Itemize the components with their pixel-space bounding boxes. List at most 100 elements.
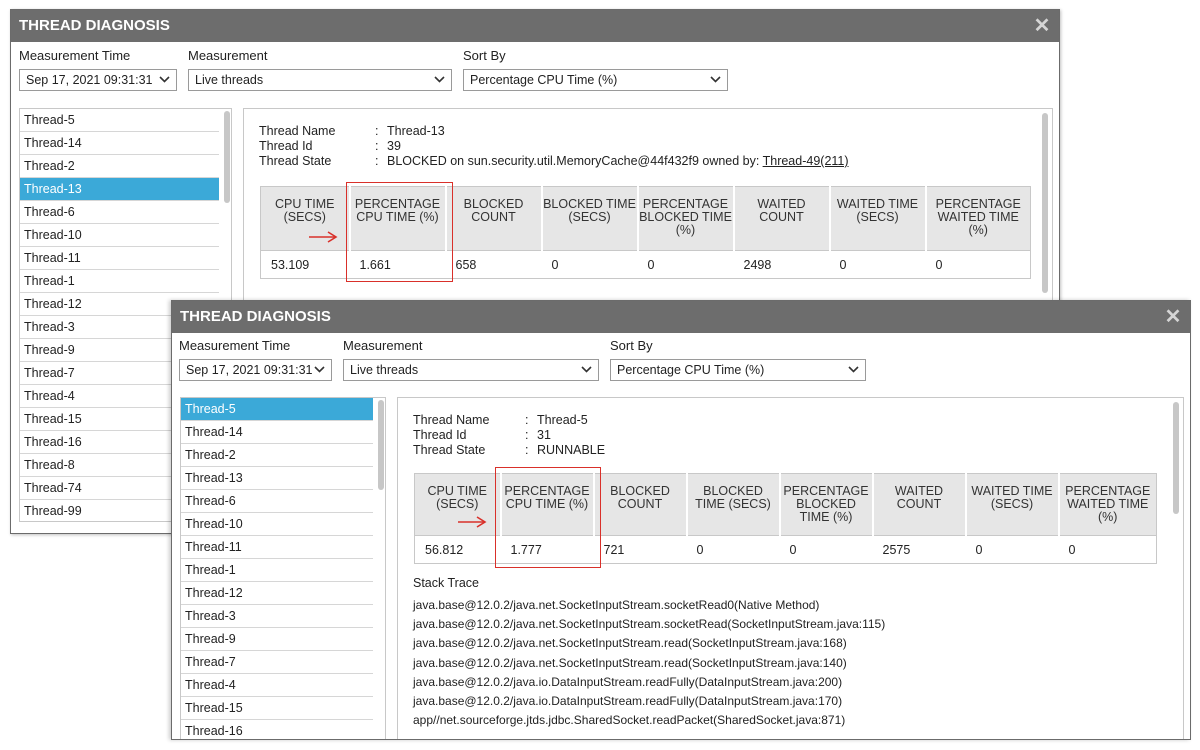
close-icon[interactable]: ✕: [1031, 10, 1053, 42]
chevron-down-icon: [434, 76, 445, 83]
select-value: Sep 17, 2021 09:31:31: [186, 363, 313, 377]
metric-value: 2575: [872, 535, 966, 564]
list-scrollbar[interactable]: [224, 111, 230, 203]
metric-value: 2498: [733, 250, 830, 279]
sort-by-select[interactable]: Percentage CPU Time (%): [463, 69, 728, 91]
dialog-title: THREAD DIAGNOSIS: [11, 10, 1059, 42]
metric-column-header[interactable]: WAITED TIME (SECS): [829, 186, 927, 251]
stack-trace-line: java.base@12.0.2/java.net.SocketInputStr…: [413, 617, 886, 632]
thread-list-item[interactable]: Thread-6: [181, 490, 373, 513]
chevron-down-icon: [314, 366, 325, 373]
select-value: Live threads: [350, 363, 419, 377]
sort-by-select[interactable]: Percentage CPU Time (%): [610, 359, 866, 381]
thread-list-item[interactable]: Thread-9: [181, 628, 373, 651]
select-value: Sep 17, 2021 09:31:31: [26, 73, 153, 87]
measurement-select[interactable]: Live threads: [343, 359, 599, 381]
thread-list-item[interactable]: Thread-4: [181, 674, 373, 697]
thread-list-item[interactable]: Thread-15: [181, 697, 373, 720]
stack-trace: java.base@12.0.2/java.net.SocketInputStr…: [413, 596, 885, 730]
metric-value: 0: [965, 535, 1059, 564]
stack-trace-title: Stack Trace: [413, 576, 479, 590]
thread-list-item[interactable]: Thread-1: [181, 559, 373, 582]
metric-value: 56.812: [414, 535, 501, 564]
metric-value: 0: [779, 535, 873, 564]
thread-list-item[interactable]: Thread-6: [20, 201, 219, 224]
measurement-time-label: Measurement Time: [19, 48, 131, 63]
measurement-label: Measurement: [188, 48, 268, 63]
thread-id-value: 39: [387, 139, 401, 153]
sort-by-label: Sort By: [463, 48, 506, 63]
thread-diagnosis-dialog-front: THREAD DIAGNOSIS ✕ Measurement Time Meas…: [171, 300, 1191, 740]
close-icon[interactable]: ✕: [1162, 301, 1184, 333]
thread-list-item[interactable]: Thread-10: [20, 224, 219, 247]
metric-value: 0: [1058, 535, 1157, 564]
thread-list-item[interactable]: Thread-13: [20, 178, 219, 201]
thread-list[interactable]: Thread-5 Thread-14 Thread-2 Thread-13 Thread…: [180, 397, 386, 739]
measurement-time-select[interactable]: Sep 17, 2021 09:31:31: [19, 69, 177, 91]
thread-list-item[interactable]: Thread-2: [20, 155, 219, 178]
thread-list-item[interactable]: Thread-14: [20, 132, 219, 155]
thread-list-item[interactable]: Thread-13: [181, 467, 373, 490]
stack-trace-line: java.base@12.0.2/java.net.SocketInputStr…: [413, 636, 847, 651]
thread-id-value: 31: [537, 428, 551, 442]
stack-trace-line: java.base@12.0.2/java.net.SocketInputStr…: [413, 655, 847, 670]
thread-name-value: Thread-5: [537, 413, 588, 427]
metric-column-header[interactable]: WAITED COUNT: [733, 186, 831, 251]
list-scrollbar[interactable]: [378, 400, 384, 490]
measurement-time-select[interactable]: Sep 17, 2021 09:31:31: [179, 359, 332, 381]
thread-list-item[interactable]: Thread-1: [20, 270, 219, 293]
measurement-label: Measurement: [343, 338, 423, 353]
thread-list-item[interactable]: Thread-10: [181, 513, 373, 536]
thread-info: Thread Name: Thread-13 Thread Id:39 Threa…: [259, 124, 849, 168]
detail-scrollbar[interactable]: [1173, 402, 1179, 514]
metric-value: 721: [593, 535, 687, 564]
thread-list-item[interactable]: Thread-11: [181, 536, 373, 559]
stack-trace-line: java.base@12.0.2/java.net.SocketInputStr…: [413, 598, 820, 612]
thread-info: Thread Name: Thread-5 Thread Id:31 Thread…: [413, 413, 606, 457]
metric-column-header[interactable]: WAITED COUNT: [872, 473, 967, 536]
thread-list-item[interactable]: Thread-2: [181, 444, 373, 467]
thread-name-value: Thread-13: [387, 124, 445, 138]
metric-value: 658: [445, 250, 542, 279]
thread-list-item[interactable]: Thread-5: [181, 398, 373, 421]
thread-detail-panel: Thread Name: Thread-5 Thread Id:31 Thread…: [397, 397, 1184, 739]
metric-value: 53.109: [260, 250, 350, 279]
chevron-down-icon: [581, 366, 592, 373]
measurement-time-label: Measurement Time: [179, 338, 291, 353]
metric-column-header[interactable]: BLOCKED COUNT: [445, 186, 543, 251]
thread-list-item[interactable]: Thread-3: [181, 605, 373, 628]
metric-column-header[interactable]: PERCENTAGE BLOCKED TIME (%): [637, 186, 735, 251]
thread-name-key: Thread Name: [413, 413, 490, 427]
metric-column-header[interactable]: PERCENTAGE WAITED TIME (%): [1058, 473, 1157, 536]
metric-column-header[interactable]: BLOCKED COUNT: [593, 473, 688, 536]
highlight-box: [346, 182, 453, 282]
metric-column-header[interactable]: WAITED TIME (SECS): [965, 473, 1060, 536]
highlight-box: [495, 467, 601, 568]
chevron-down-icon: [710, 76, 721, 83]
thread-list-item[interactable]: Thread-5: [20, 109, 219, 132]
thread-list-item[interactable]: Thread-14: [181, 421, 373, 444]
thread-state-key: Thread State: [259, 154, 332, 168]
right-arrow-icon: [309, 231, 338, 243]
thread-list-item[interactable]: Thread-16: [181, 720, 373, 739]
owner-thread-link[interactable]: Thread-49(211): [763, 154, 849, 168]
stack-trace-line: java.base@12.0.2/java.io.DataInputStream…: [413, 693, 843, 708]
metric-column-header[interactable]: PERCENTAGE WAITED TIME (%): [925, 186, 1031, 251]
metric-column-header[interactable]: BLOCKED TIME (SECS): [686, 473, 781, 536]
stack-trace-line: app//net.sourceforge.jtds.jdbc.SharedSoc…: [413, 713, 846, 728]
thread-list-item[interactable]: Thread-11: [20, 247, 219, 270]
chevron-down-icon: [159, 76, 170, 83]
thread-name-key: Thread Name: [259, 124, 336, 138]
metric-column-header[interactable]: PERCENTAGE BLOCKED TIME (%): [779, 473, 874, 536]
select-value: Live threads: [195, 73, 264, 87]
measurement-select[interactable]: Live threads: [188, 69, 452, 91]
detail-scrollbar[interactable]: [1042, 113, 1048, 293]
metric-value: 0: [637, 250, 734, 279]
chevron-down-icon: [848, 366, 859, 373]
thread-list-item[interactable]: Thread-7: [181, 651, 373, 674]
thread-list-item[interactable]: Thread-12: [181, 582, 373, 605]
sort-by-label: Sort By: [610, 338, 653, 353]
metric-value: 0: [925, 250, 1031, 279]
select-value: Percentage CPU Time (%): [470, 73, 618, 87]
metric-column-header[interactable]: BLOCKED TIME (SECS): [541, 186, 639, 251]
